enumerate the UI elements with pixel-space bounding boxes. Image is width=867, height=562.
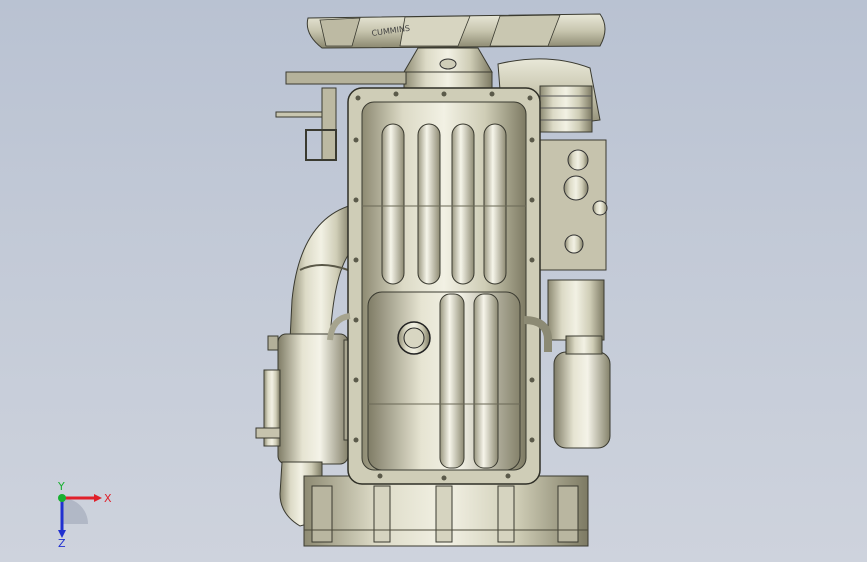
fuel-filter-assembly[interactable] bbox=[539, 139, 608, 341]
z-axis-label: Z bbox=[58, 537, 66, 548]
oil-filter[interactable] bbox=[553, 335, 611, 449]
cooling-fan[interactable]: CUMMINS bbox=[306, 13, 606, 49]
starter-motor[interactable] bbox=[255, 333, 357, 465]
oil-pan[interactable] bbox=[347, 87, 541, 485]
flywheel-housing[interactable] bbox=[303, 475, 589, 547]
drain-plug[interactable] bbox=[397, 321, 431, 355]
x-axis-label: X bbox=[104, 492, 112, 505]
cad-viewport[interactable]: CUMMINS X Y Z bbox=[0, 0, 867, 562]
x-axis-arrow-icon bbox=[94, 494, 102, 502]
y-axis-label: Y bbox=[57, 480, 65, 493]
y-axis-dot-icon bbox=[58, 494, 66, 502]
coordinate-triad: X Y Z bbox=[57, 480, 112, 548]
fan-hub[interactable] bbox=[403, 47, 493, 89]
engine-model[interactable]: CUMMINS bbox=[0, 0, 867, 562]
